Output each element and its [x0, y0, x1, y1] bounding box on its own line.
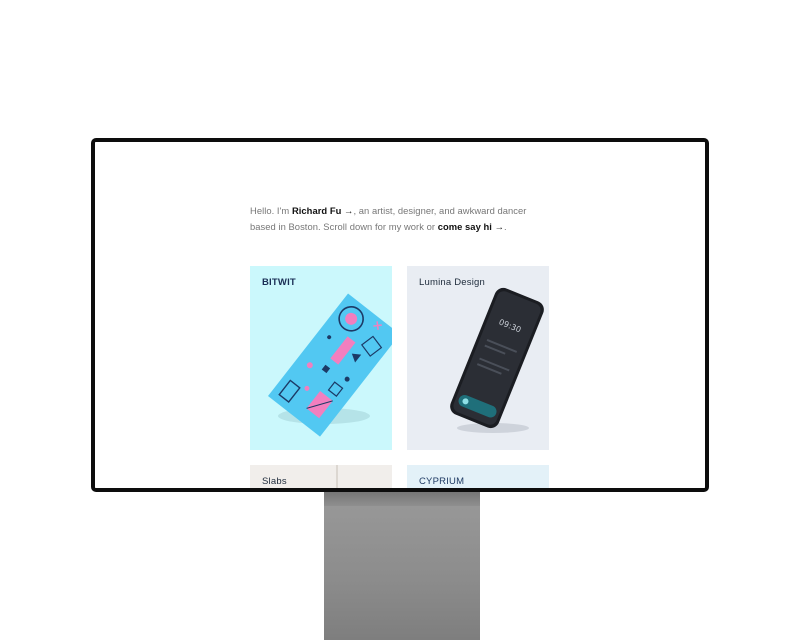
- intro-end: .: [504, 220, 507, 232]
- project-card-lumina[interactable]: Lumina Design 09:30: [407, 266, 549, 450]
- slab-divider: [336, 465, 338, 488]
- monitor-frame: Hello. I'm Richard Fu →, an artist, desi…: [91, 138, 709, 492]
- contact-link[interactable]: come say hi →: [438, 221, 504, 232]
- bitwit-card-image: [268, 293, 392, 437]
- project-card-slabs[interactable]: Slabs: [250, 465, 392, 488]
- project-card-cyprium[interactable]: CYPRIUM: [407, 465, 549, 488]
- lumina-phone-image: 09:30: [450, 287, 544, 433]
- name-link[interactable]: Richard Fu →: [292, 205, 354, 216]
- project-title: CYPRIUM: [419, 476, 465, 487]
- portfolio-screen: Hello. I'm Richard Fu →, an artist, desi…: [95, 142, 705, 488]
- project-title: Slabs: [262, 476, 287, 487]
- intro-text: Hello. I'm Richard Fu →, an artist, desi…: [250, 203, 540, 234]
- project-card-bitwit[interactable]: BITWIT: [250, 266, 392, 450]
- monitor-stand: [324, 488, 480, 640]
- intro-greeting: Hello. I'm: [250, 205, 290, 217]
